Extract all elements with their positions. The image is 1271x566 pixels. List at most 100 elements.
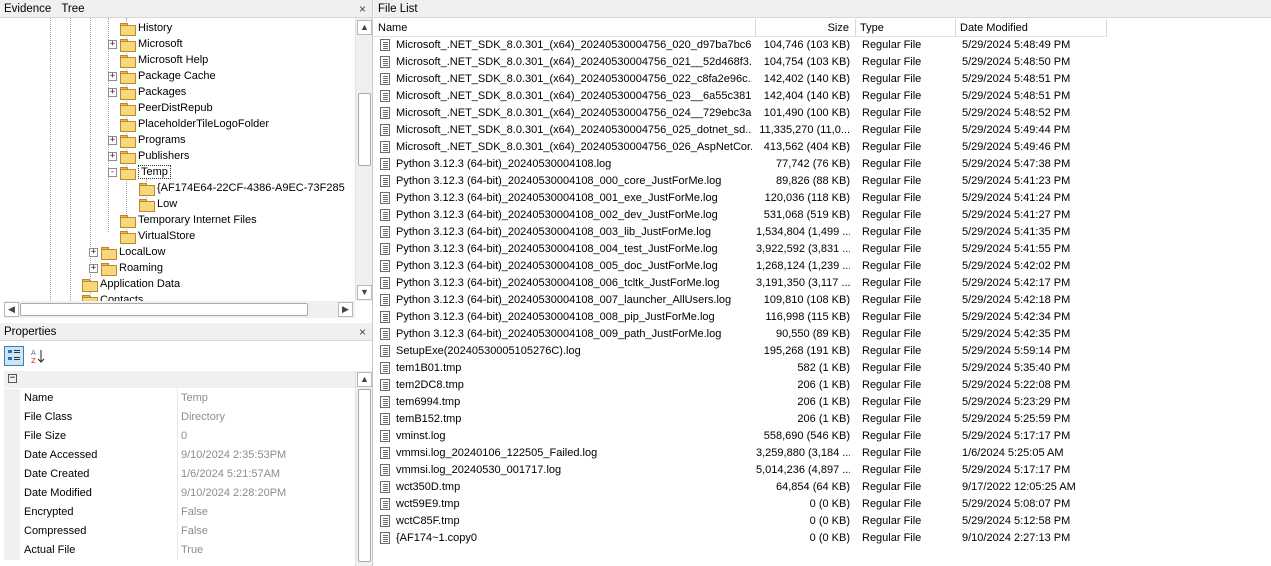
- file-icon: [380, 73, 390, 85]
- tree-horizontal-scrollbar[interactable]: ◀ ▶: [4, 301, 355, 318]
- file-row[interactable]: SetupExe(20240530005105276C).log 195,268 …: [374, 343, 1271, 360]
- tree-node[interactable]: + Packages: [108, 84, 186, 100]
- file-row[interactable]: Microsoft_.NET_SDK_8.0.301_(x64)_2024053…: [374, 71, 1271, 88]
- scroll-right-button[interactable]: ▶: [338, 302, 353, 317]
- property-name: Compressed: [20, 522, 178, 541]
- file-name: Microsoft_.NET_SDK_8.0.301_(x64)_2024053…: [396, 90, 752, 102]
- file-row[interactable]: wctC85F.tmp 0 (0 KB) Regular File 5/29/2024…: [374, 513, 1271, 530]
- file-row[interactable]: vminst.log 558,690 (546 KB) Regular File 5/…: [374, 428, 1271, 445]
- column-header-type[interactable]: Type: [856, 19, 956, 37]
- tree-node[interactable]: History: [108, 20, 172, 36]
- folder-icon: [120, 102, 136, 116]
- file-row[interactable]: Python 3.12.3 (64-bit)_20240530004108_00…: [374, 241, 1271, 258]
- expand-icon[interactable]: +: [108, 71, 117, 81]
- property-row[interactable]: Compressed False: [4, 522, 355, 541]
- file-icon: [380, 277, 390, 289]
- file-row[interactable]: tem2DC8.tmp 206 (1 KB) Regular File 5/29/20…: [374, 377, 1271, 394]
- tree-node[interactable]: + Package Cache: [108, 68, 216, 84]
- file-row[interactable]: Python 3.12.3 (64-bit)_20240530004108_00…: [374, 258, 1271, 275]
- tree-node[interactable]: + Publishers: [108, 148, 189, 164]
- file-row[interactable]: Microsoft_.NET_SDK_8.0.301_(x64)_2024053…: [374, 37, 1271, 54]
- property-row[interactable]: Actual File True: [4, 541, 355, 560]
- expand-icon[interactable]: +: [108, 39, 117, 49]
- file-row[interactable]: vmmsi.log_20240530_001717.log 5,014,236 (…: [374, 462, 1271, 479]
- scroll-thumb[interactable]: [358, 93, 371, 166]
- property-row[interactable]: Date Modified 9/10/2024 2:28:20PM: [4, 484, 355, 503]
- expand-icon[interactable]: +: [108, 151, 117, 161]
- file-name: vminst.log: [396, 430, 446, 442]
- file-row[interactable]: Microsoft_.NET_SDK_8.0.301_(x64)_2024053…: [374, 139, 1271, 156]
- file-icon: [380, 141, 390, 153]
- scroll-up-button[interactable]: ▲: [357, 372, 372, 387]
- tree-node[interactable]: {AF174E64-22CF-4386-A9EC-73F285: [127, 180, 345, 196]
- collapse-icon[interactable]: -: [108, 167, 117, 177]
- file-row[interactable]: Python 3.12.3 (64-bit)_20240530004108_00…: [374, 292, 1271, 309]
- column-header-name[interactable]: Name: [374, 19, 756, 37]
- tree-node[interactable]: VirtualStore: [108, 228, 195, 244]
- tree-node[interactable]: + LocalLow: [89, 244, 165, 260]
- property-row[interactable]: File Size 0: [4, 427, 355, 446]
- expand-icon[interactable]: +: [89, 263, 98, 273]
- alphabetical-sort-button[interactable]: A Z: [28, 346, 48, 366]
- file-row[interactable]: Python 3.12.3 (64-bit)_20240530004108_00…: [374, 173, 1271, 190]
- property-row[interactable]: Name Temp: [4, 389, 355, 408]
- tree-node[interactable]: Microsoft Help: [108, 52, 208, 68]
- file-row[interactable]: Microsoft_.NET_SDK_8.0.301_(x64)_2024053…: [374, 88, 1271, 105]
- scroll-up-button[interactable]: ▲: [357, 20, 372, 35]
- tree-node[interactable]: Temporary Internet Files: [108, 212, 257, 228]
- file-icon: [380, 362, 390, 374]
- file-name: Microsoft_.NET_SDK_8.0.301_(x64)_2024053…: [396, 73, 752, 85]
- file-type: Regular File: [862, 328, 922, 340]
- property-row[interactable]: Date Accessed 9/10/2024 2:35:53PM: [4, 446, 355, 465]
- tree-tab[interactable]: Tree: [61, 3, 84, 15]
- expand-icon[interactable]: +: [89, 247, 98, 257]
- property-row[interactable]: Date Created 1/6/2024 5:21:57AM: [4, 465, 355, 484]
- close-evidence-icon[interactable]: ×: [359, 2, 366, 16]
- close-properties-icon[interactable]: ×: [359, 325, 366, 339]
- tree-node[interactable]: + Roaming: [89, 260, 163, 276]
- file-row[interactable]: Python 3.12.3 (64-bit)_20240530004108_00…: [374, 309, 1271, 326]
- scroll-thumb[interactable]: [20, 303, 308, 316]
- tree-node[interactable]: PlaceholderTileLogoFolder: [108, 116, 269, 132]
- file-row[interactable]: Python 3.12.3 (64-bit)_20240530004108_00…: [374, 224, 1271, 241]
- file-row[interactable]: {AF174~1.copy0 0 (0 KB) Regular File 9/10/2…: [374, 530, 1271, 547]
- tree-node[interactable]: - Temp: [108, 164, 171, 180]
- file-row[interactable]: tem1B01.tmp 582 (1 KB) Regular File 5/29/20…: [374, 360, 1271, 377]
- properties-vertical-scrollbar[interactable]: ▲: [355, 371, 372, 566]
- tree-node[interactable]: + Microsoft: [108, 36, 183, 52]
- expand-icon[interactable]: +: [108, 87, 117, 97]
- file-row[interactable]: Python 3.12.3 (64-bit)_20240530004108_00…: [374, 275, 1271, 292]
- expand-icon[interactable]: +: [108, 135, 117, 145]
- properties-title: Properties: [4, 325, 57, 338]
- property-row[interactable]: Encrypted False: [4, 503, 355, 522]
- file-row[interactable]: wct59E9.tmp 0 (0 KB) Regular File 5/29/2024…: [374, 496, 1271, 513]
- tree-vertical-scrollbar[interactable]: ▲ ▼: [355, 18, 372, 301]
- file-row[interactable]: Microsoft_.NET_SDK_8.0.301_(x64)_2024053…: [374, 122, 1271, 139]
- evidence-tab[interactable]: Evidence: [4, 3, 51, 15]
- collapse-category-icon[interactable]: −: [8, 374, 17, 383]
- file-row[interactable]: Python 3.12.3 (64-bit)_20240530004108_00…: [374, 190, 1271, 207]
- tree-node-label: PlaceholderTileLogoFolder: [138, 118, 270, 130]
- file-row[interactable]: Python 3.12.3 (64-bit)_20240530004108_00…: [374, 326, 1271, 343]
- file-row[interactable]: vmmsi.log_20240106_122505_Failed.log 3,25…: [374, 445, 1271, 462]
- column-header-size[interactable]: Size: [756, 19, 856, 37]
- file-row[interactable]: temB152.tmp 206 (1 KB) Regular File 5/29/20…: [374, 411, 1271, 428]
- file-row[interactable]: Python 3.12.3 (64-bit)_20240530004108.lo…: [374, 156, 1271, 173]
- tree-node[interactable]: + Programs: [108, 132, 186, 148]
- tree-node[interactable]: Low: [127, 196, 177, 212]
- file-row[interactable]: Microsoft_.NET_SDK_8.0.301_(x64)_2024053…: [374, 54, 1271, 71]
- tree-node[interactable]: PeerDistRepub: [108, 100, 213, 116]
- categorized-view-button[interactable]: [4, 346, 24, 366]
- file-row[interactable]: Microsoft_.NET_SDK_8.0.301_(x64)_2024053…: [374, 105, 1271, 122]
- file-row[interactable]: tem6994.tmp 206 (1 KB) Regular File 5/29/20…: [374, 394, 1271, 411]
- file-row[interactable]: wct350D.tmp 64,854 (64 KB) Regular File 9/1…: [374, 479, 1271, 496]
- tree-node[interactable]: Application Data: [70, 276, 180, 292]
- column-header-date-modified[interactable]: Date Modified: [956, 19, 1107, 37]
- tree-node[interactable]: Contacts: [70, 292, 143, 301]
- scroll-left-button[interactable]: ◀: [4, 302, 19, 317]
- scroll-down-button[interactable]: ▼: [357, 285, 372, 300]
- evidence-tree[interactable]: History + Microsoft Microsoft Help + Package …: [4, 18, 355, 301]
- property-row[interactable]: File Class Directory: [4, 408, 355, 427]
- file-row[interactable]: Python 3.12.3 (64-bit)_20240530004108_00…: [374, 207, 1271, 224]
- scroll-thumb[interactable]: [358, 389, 371, 562]
